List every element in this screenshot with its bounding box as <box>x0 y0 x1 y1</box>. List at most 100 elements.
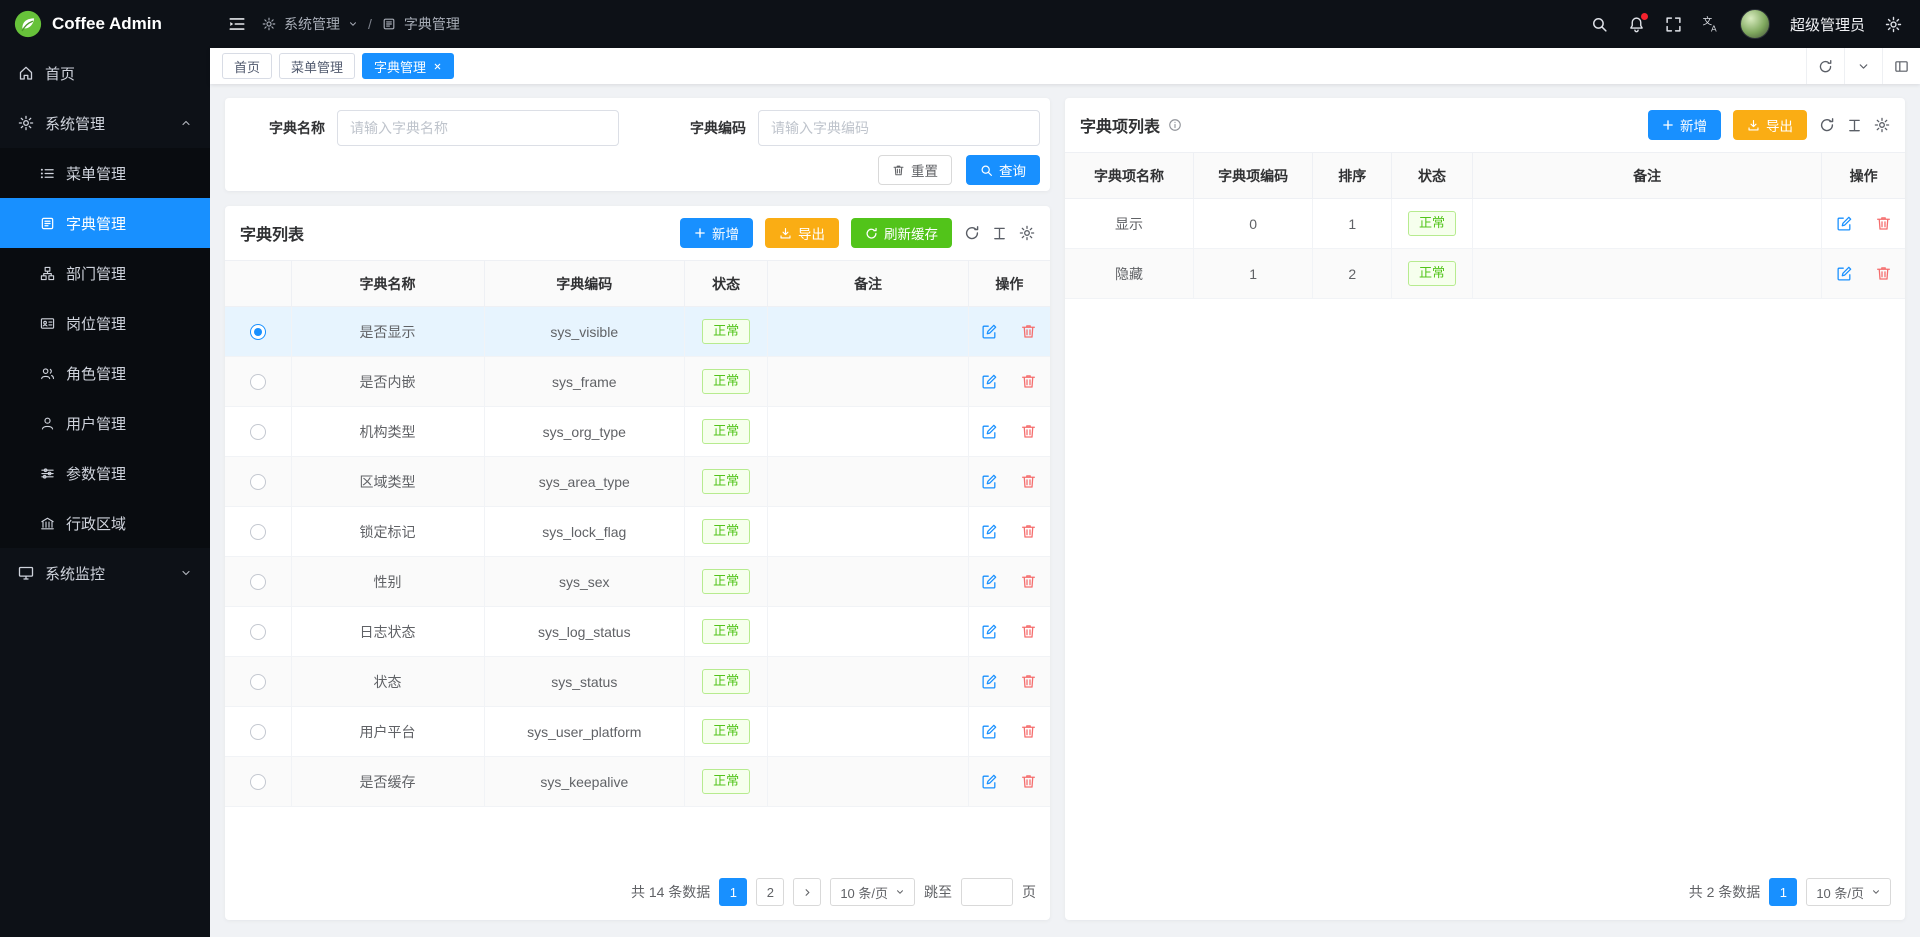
page-button-1[interactable]: 1 <box>719 878 747 906</box>
page-button-2[interactable]: 2 <box>756 878 784 906</box>
dict-table-row[interactable]: 机构类型 sys_org_type 正常 <box>225 407 1050 457</box>
refresh-icon[interactable] <box>1819 117 1835 133</box>
delete-icon[interactable] <box>1020 673 1037 690</box>
sidebar-item-user-mgmt[interactable]: 用户管理 <box>0 398 210 448</box>
column-settings-icon[interactable] <box>1874 117 1890 133</box>
edit-icon[interactable] <box>981 673 998 690</box>
search-icon[interactable] <box>1591 16 1608 33</box>
row-radio[interactable] <box>250 624 266 640</box>
dict-table-row[interactable]: 是否显示 sys_visible 正常 <box>225 307 1050 357</box>
sidebar-item-system[interactable]: 系统管理 <box>0 98 210 148</box>
export-dict-button[interactable]: 导出 <box>765 218 839 248</box>
delete-icon[interactable] <box>1020 423 1037 440</box>
jump-page-input[interactable] <box>961 878 1013 906</box>
fullscreen-icon[interactable] <box>1665 16 1682 33</box>
dict-code-label: 字典编码 <box>662 118 758 138</box>
translate-icon[interactable]: 文A <box>1702 15 1720 33</box>
dict-table-row[interactable]: 区域类型 sys_area_type 正常 <box>225 457 1050 507</box>
export-dict-item-button[interactable]: 导出 <box>1733 110 1807 140</box>
edit-icon[interactable] <box>981 623 998 640</box>
row-density-icon[interactable] <box>1847 118 1862 133</box>
layout-panel-icon[interactable] <box>1882 48 1920 84</box>
delete-icon[interactable] <box>1020 573 1037 590</box>
close-icon[interactable] <box>433 62 442 71</box>
refresh-icon[interactable] <box>1806 48 1844 84</box>
edit-icon[interactable] <box>1836 265 1853 282</box>
row-density-icon[interactable] <box>992 226 1007 241</box>
column-settings-icon[interactable] <box>1019 225 1035 241</box>
gear-icon[interactable] <box>1885 16 1902 33</box>
delete-icon[interactable] <box>1020 323 1037 340</box>
sidebar-item-home[interactable]: 首页 <box>0 48 210 98</box>
dict-item-table-row[interactable]: 隐藏 1 2 正常 <box>1065 249 1905 299</box>
page-size-select[interactable]: 10 条/页 <box>830 878 915 906</box>
add-dict-item-button[interactable]: 新增 <box>1648 110 1721 140</box>
tab-dict-mgmt[interactable]: 字典管理 <box>362 53 454 79</box>
bell-icon[interactable] <box>1628 16 1645 33</box>
sidebar-item-param-mgmt[interactable]: 参数管理 <box>0 448 210 498</box>
delete-icon[interactable] <box>1020 773 1037 790</box>
breadcrumb-first[interactable]: 系统管理 <box>284 14 340 34</box>
edit-icon[interactable] <box>981 473 998 490</box>
delete-icon[interactable] <box>1020 473 1037 490</box>
dict-table-row[interactable]: 状态 sys_status 正常 <box>225 657 1050 707</box>
radio-column-header <box>225 261 291 307</box>
sidebar-item-post-mgmt[interactable]: 岗位管理 <box>0 298 210 348</box>
row-radio[interactable] <box>250 524 266 540</box>
dict-table-row[interactable]: 锁定标记 sys_lock_flag 正常 <box>225 507 1050 557</box>
username[interactable]: 超级管理员 <box>1790 14 1865 35</box>
sidebar-collapse-icon[interactable] <box>228 15 246 33</box>
row-radio[interactable] <box>250 674 266 690</box>
edit-icon[interactable] <box>981 573 998 590</box>
dict-table-row[interactable]: 用户平台 sys_user_platform 正常 <box>225 707 1050 757</box>
sidebar-item-label: 部门管理 <box>66 263 126 284</box>
page-size-select[interactable]: 10 条/页 <box>1806 878 1891 906</box>
chevron-down-icon[interactable] <box>1844 48 1882 84</box>
page-button-1[interactable]: 1 <box>1769 878 1797 906</box>
edit-icon[interactable] <box>1836 215 1853 232</box>
tab-home[interactable]: 首页 <box>222 53 272 79</box>
dict-item-table-row[interactable]: 显示 0 1 正常 <box>1065 199 1905 249</box>
avatar[interactable] <box>1740 9 1770 39</box>
query-button[interactable]: 查询 <box>966 155 1040 185</box>
sidebar-item-monitor[interactable]: 系统监控 <box>0 548 210 598</box>
row-radio[interactable] <box>250 324 266 340</box>
row-radio[interactable] <box>250 474 266 490</box>
delete-icon[interactable] <box>1020 523 1037 540</box>
next-page-button[interactable] <box>793 878 821 906</box>
row-radio[interactable] <box>250 724 266 740</box>
dict-table-row[interactable]: 是否缓存 sys_keepalive 正常 <box>225 757 1050 807</box>
edit-icon[interactable] <box>981 723 998 740</box>
app-logo[interactable]: Coffee Admin <box>0 0 210 48</box>
edit-icon[interactable] <box>981 373 998 390</box>
row-radio[interactable] <box>250 424 266 440</box>
dict-table-row[interactable]: 性别 sys_sex 正常 <box>225 557 1050 607</box>
refresh-icon[interactable] <box>964 225 980 241</box>
edit-icon[interactable] <box>981 773 998 790</box>
sidebar-item-dict-mgmt[interactable]: 字典管理 <box>0 198 210 248</box>
row-radio[interactable] <box>250 374 266 390</box>
dict-table-row[interactable]: 是否内嵌 sys_frame 正常 <box>225 357 1050 407</box>
edit-icon[interactable] <box>981 323 998 340</box>
sidebar-item-region-mgmt[interactable]: 行政区域 <box>0 498 210 548</box>
dict-table-row[interactable]: 日志状态 sys_log_status 正常 <box>225 607 1050 657</box>
edit-icon[interactable] <box>981 523 998 540</box>
row-radio[interactable] <box>250 774 266 790</box>
delete-icon[interactable] <box>1875 265 1892 282</box>
sidebar-item-menu-mgmt[interactable]: 菜单管理 <box>0 148 210 198</box>
row-radio[interactable] <box>250 574 266 590</box>
refresh-cache-button[interactable]: 刷新缓存 <box>851 218 952 248</box>
edit-icon[interactable] <box>981 423 998 440</box>
delete-icon[interactable] <box>1875 215 1892 232</box>
add-dict-button[interactable]: 新增 <box>680 218 753 248</box>
sidebar-item-role-mgmt[interactable]: 角色管理 <box>0 348 210 398</box>
dict-name-input[interactable] <box>337 110 619 146</box>
delete-icon[interactable] <box>1020 373 1037 390</box>
delete-icon[interactable] <box>1020 623 1037 640</box>
tab-menu-mgmt[interactable]: 菜单管理 <box>279 53 355 79</box>
sidebar-item-dept-mgmt[interactable]: 部门管理 <box>0 248 210 298</box>
dict-code-input[interactable] <box>758 110 1040 146</box>
delete-icon[interactable] <box>1020 723 1037 740</box>
remark-cell <box>1472 199 1821 249</box>
reset-button[interactable]: 重置 <box>878 155 952 185</box>
